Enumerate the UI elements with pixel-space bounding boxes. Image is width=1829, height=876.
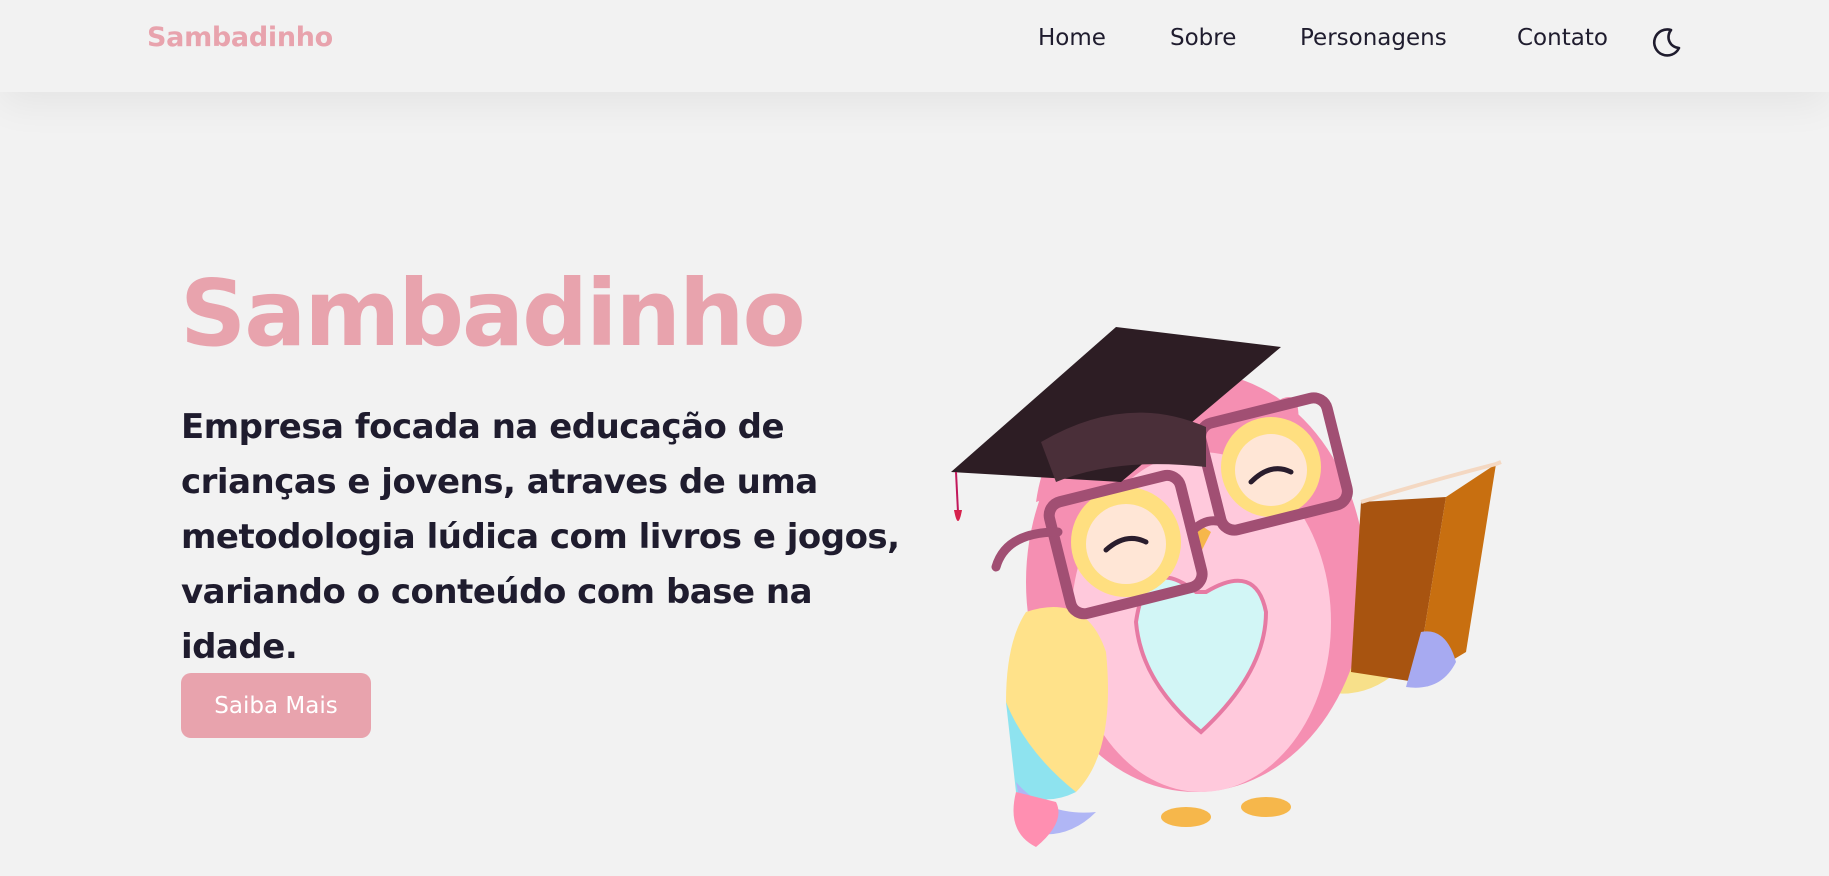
hero-description: Empresa focada na educação de crianças e…: [181, 407, 900, 667]
navbar: Sambadinho Home Sobre Personagens Contat…: [0, 0, 1829, 92]
brand-logo[interactable]: Sambadinho: [147, 22, 333, 53]
nav-link-contato[interactable]: Contato: [1517, 25, 1608, 51]
owl-illustration: [946, 232, 1546, 872]
saiba-mais-button[interactable]: Saiba Mais: [181, 673, 371, 738]
hero-title: Sambadinho: [180, 260, 806, 367]
hero-section: Sambadinho Empresa focada na educação de…: [0, 92, 1829, 858]
nav-link-personagens[interactable]: Personagens: [1300, 25, 1447, 51]
nav-link-home[interactable]: Home: [1038, 25, 1106, 51]
moon-icon[interactable]: [1649, 26, 1683, 60]
nav-link-sobre[interactable]: Sobre: [1170, 25, 1236, 51]
